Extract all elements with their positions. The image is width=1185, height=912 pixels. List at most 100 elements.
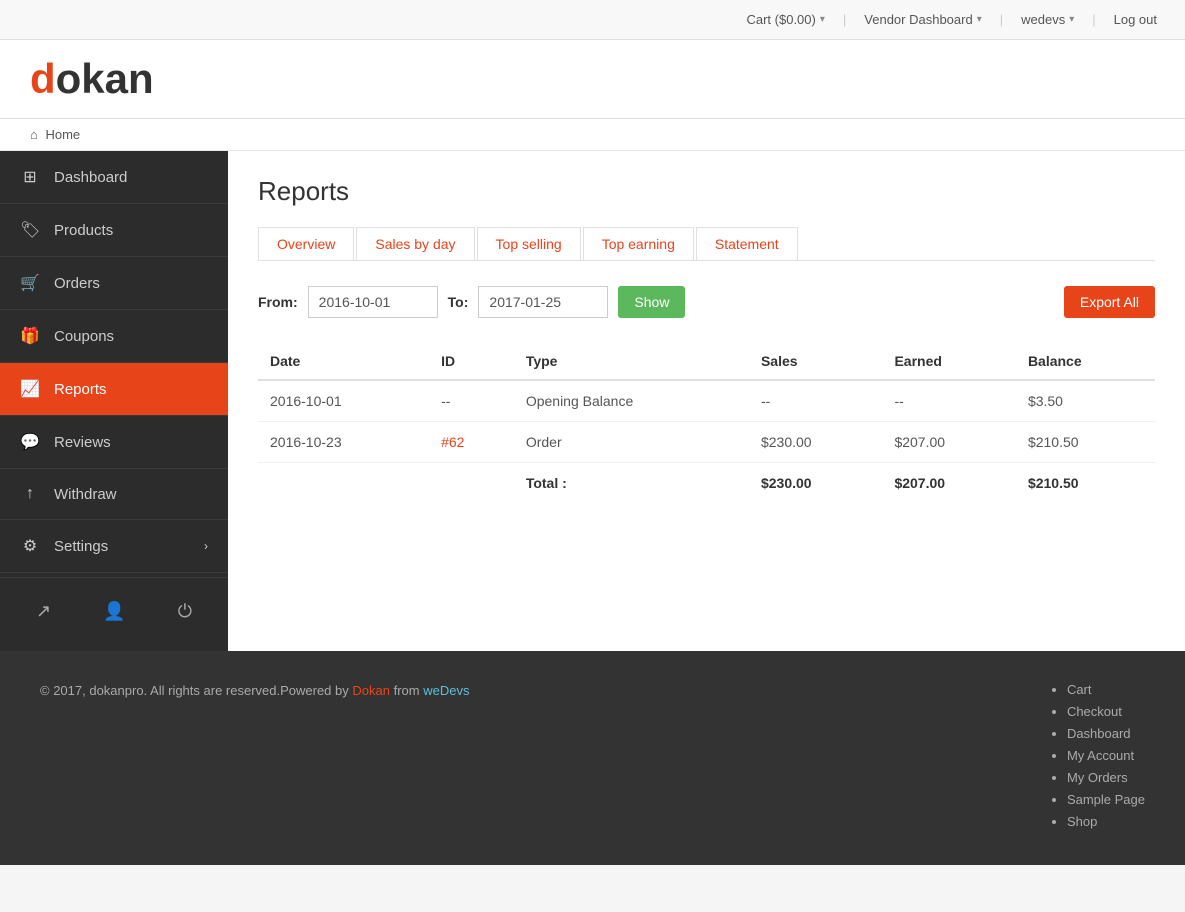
sidebar-item-withdraw[interactable]: ↑ Withdraw: [0, 469, 228, 520]
footer-link-shop[interactable]: Shop: [1067, 814, 1097, 829]
cell-date: 2016-10-23: [258, 422, 429, 463]
footer-nav-item: My Account: [1067, 747, 1145, 763]
from-date-input[interactable]: [308, 286, 438, 318]
cell-earned: --: [882, 380, 1015, 422]
cell-balance: $3.50: [1016, 380, 1155, 422]
sidebar-item-label-products: Products: [54, 222, 113, 239]
coupons-icon: 🎁: [20, 326, 40, 346]
tab-sales-by-day[interactable]: Sales by day: [356, 227, 474, 260]
logo-d: d: [30, 55, 56, 102]
sidebar-bottom: ↗ 👤 ⏻: [0, 577, 228, 645]
to-date-input[interactable]: [478, 286, 608, 318]
cell-id-link[interactable]: #62: [429, 422, 514, 463]
site-logo[interactable]: dokan: [30, 55, 1155, 103]
sidebar-item-label-withdraw: Withdraw: [54, 486, 117, 503]
reports-icon: 📈: [20, 379, 40, 399]
table-total-row: Total : $230.00 $207.00 $210.50: [258, 463, 1155, 504]
tab-overview[interactable]: Overview: [258, 227, 354, 260]
breadcrumb-home-link[interactable]: Home: [45, 127, 80, 142]
user-menu-button[interactable]: wedevs ▾: [1013, 8, 1082, 31]
footer-link-myaccount[interactable]: My Account: [1067, 748, 1134, 763]
vendor-dashboard-button[interactable]: Vendor Dashboard ▾: [856, 8, 989, 31]
col-balance: Balance: [1016, 343, 1155, 380]
sidebar-item-settings[interactable]: ⚙ Settings ›: [0, 520, 228, 573]
sidebar-item-label-dashboard: Dashboard: [54, 169, 127, 186]
tab-top-selling[interactable]: Top selling: [477, 227, 581, 260]
sidebar-item-coupons[interactable]: 🎁 Coupons: [0, 310, 228, 363]
footer-link-cart[interactable]: Cart: [1067, 682, 1092, 697]
footer-nav-item: Cart: [1067, 681, 1145, 697]
footer-copyright: © 2017, dokanpro. All rights are reserve…: [40, 681, 469, 702]
footer-link-myorders[interactable]: My Orders: [1067, 770, 1128, 785]
sidebar-item-label-reviews: Reviews: [54, 434, 111, 451]
table-row: 2016-10-01 -- Opening Balance -- -- $3.5…: [258, 380, 1155, 422]
footer-nav-item: My Orders: [1067, 769, 1145, 785]
footer-nav: Cart Checkout Dashboard My Account My Or…: [1047, 681, 1145, 835]
tab-statement[interactable]: Statement: [696, 227, 798, 260]
power-icon[interactable]: ⏻: [166, 593, 204, 630]
sidebar-item-reviews[interactable]: 💬 Reviews: [0, 416, 228, 469]
cell-sales: --: [749, 380, 882, 422]
footer-nav-item: Sample Page: [1067, 791, 1145, 807]
cell-type: Order: [514, 422, 749, 463]
sidebar-item-label-coupons: Coupons: [54, 328, 114, 345]
breadcrumb: ⌂ Home: [0, 119, 1185, 151]
site-header: dokan: [0, 40, 1185, 119]
from-text: from: [394, 683, 424, 698]
export-all-button[interactable]: Export All: [1064, 286, 1155, 318]
footer-link-samplepage[interactable]: Sample Page: [1067, 792, 1145, 807]
total-sales: $230.00: [749, 463, 882, 504]
footer-link-checkout[interactable]: Checkout: [1067, 704, 1122, 719]
sidebar-item-orders[interactable]: 🛒 Orders: [0, 257, 228, 310]
user-label: wedevs: [1021, 12, 1065, 27]
cell-id: --: [429, 380, 514, 422]
sidebar-item-reports[interactable]: 📈 Reports: [0, 363, 228, 416]
filter-row: From: To: Show Export All: [258, 286, 1155, 318]
col-sales: Sales: [749, 343, 882, 380]
divider2: |: [1000, 12, 1003, 27]
total-label: Total :: [514, 463, 749, 504]
cell-sales: $230.00: [749, 422, 882, 463]
tabs-container: Overview Sales by day Top selling Top ea…: [258, 227, 1155, 261]
withdraw-icon: ↑: [20, 485, 40, 503]
orders-icon: 🛒: [20, 273, 40, 293]
cart-button[interactable]: Cart ($0.00) ▾: [738, 8, 832, 31]
user-profile-icon[interactable]: 👤: [91, 593, 137, 630]
top-bar: Cart ($0.00) ▾ | Vendor Dashboard ▾ | we…: [0, 0, 1185, 40]
cell-balance: $210.50: [1016, 422, 1155, 463]
sidebar-item-label-settings: Settings: [54, 538, 108, 555]
external-link-icon[interactable]: ↗: [24, 593, 63, 630]
sidebar-item-label-reports: Reports: [54, 381, 107, 398]
vendor-dashboard-label: Vendor Dashboard: [864, 12, 972, 27]
logo-rest: okan: [56, 55, 154, 102]
logout-button[interactable]: Log out: [1106, 8, 1165, 31]
cart-label: Cart ($0.00): [746, 12, 815, 27]
vendor-dashboard-chevron: ▾: [977, 14, 982, 25]
main-content: Reports Overview Sales by day Top sellin…: [228, 151, 1185, 651]
user-chevron: ▾: [1069, 14, 1074, 25]
col-earned: Earned: [882, 343, 1015, 380]
footer-nav-item: Checkout: [1067, 703, 1145, 719]
page-title: Reports: [258, 176, 1155, 207]
dokan-link[interactable]: Dokan: [352, 683, 390, 698]
footer-link-dashboard[interactable]: Dashboard: [1067, 726, 1131, 741]
report-table: Date ID Type Sales Earned Balance 2016-1…: [258, 343, 1155, 503]
home-icon: ⌂: [30, 127, 38, 142]
settings-icon: ⚙: [20, 536, 40, 556]
tab-top-earning[interactable]: Top earning: [583, 227, 694, 260]
table-header-row: Date ID Type Sales Earned Balance: [258, 343, 1155, 380]
wedevs-link[interactable]: weDevs: [423, 683, 469, 698]
cart-chevron: ▾: [820, 14, 825, 25]
sidebar-item-dashboard[interactable]: ⊞ Dashboard: [0, 151, 228, 204]
total-earned: $207.00: [882, 463, 1015, 504]
sidebar: ⊞ Dashboard 🏷 Products 🛒 Orders 🎁 Coupon…: [0, 151, 228, 651]
to-label: To:: [448, 294, 469, 310]
sidebar-item-products[interactable]: 🏷 Products: [0, 204, 228, 257]
show-button[interactable]: Show: [618, 286, 685, 318]
main-layout: ⊞ Dashboard 🏷 Products 🛒 Orders 🎁 Coupon…: [0, 151, 1185, 651]
table-row: 2016-10-23 #62 Order $230.00 $207.00 $21…: [258, 422, 1155, 463]
col-type: Type: [514, 343, 749, 380]
products-icon: 🏷: [20, 220, 40, 240]
site-footer: © 2017, dokanpro. All rights are reserve…: [0, 651, 1185, 865]
col-id: ID: [429, 343, 514, 380]
